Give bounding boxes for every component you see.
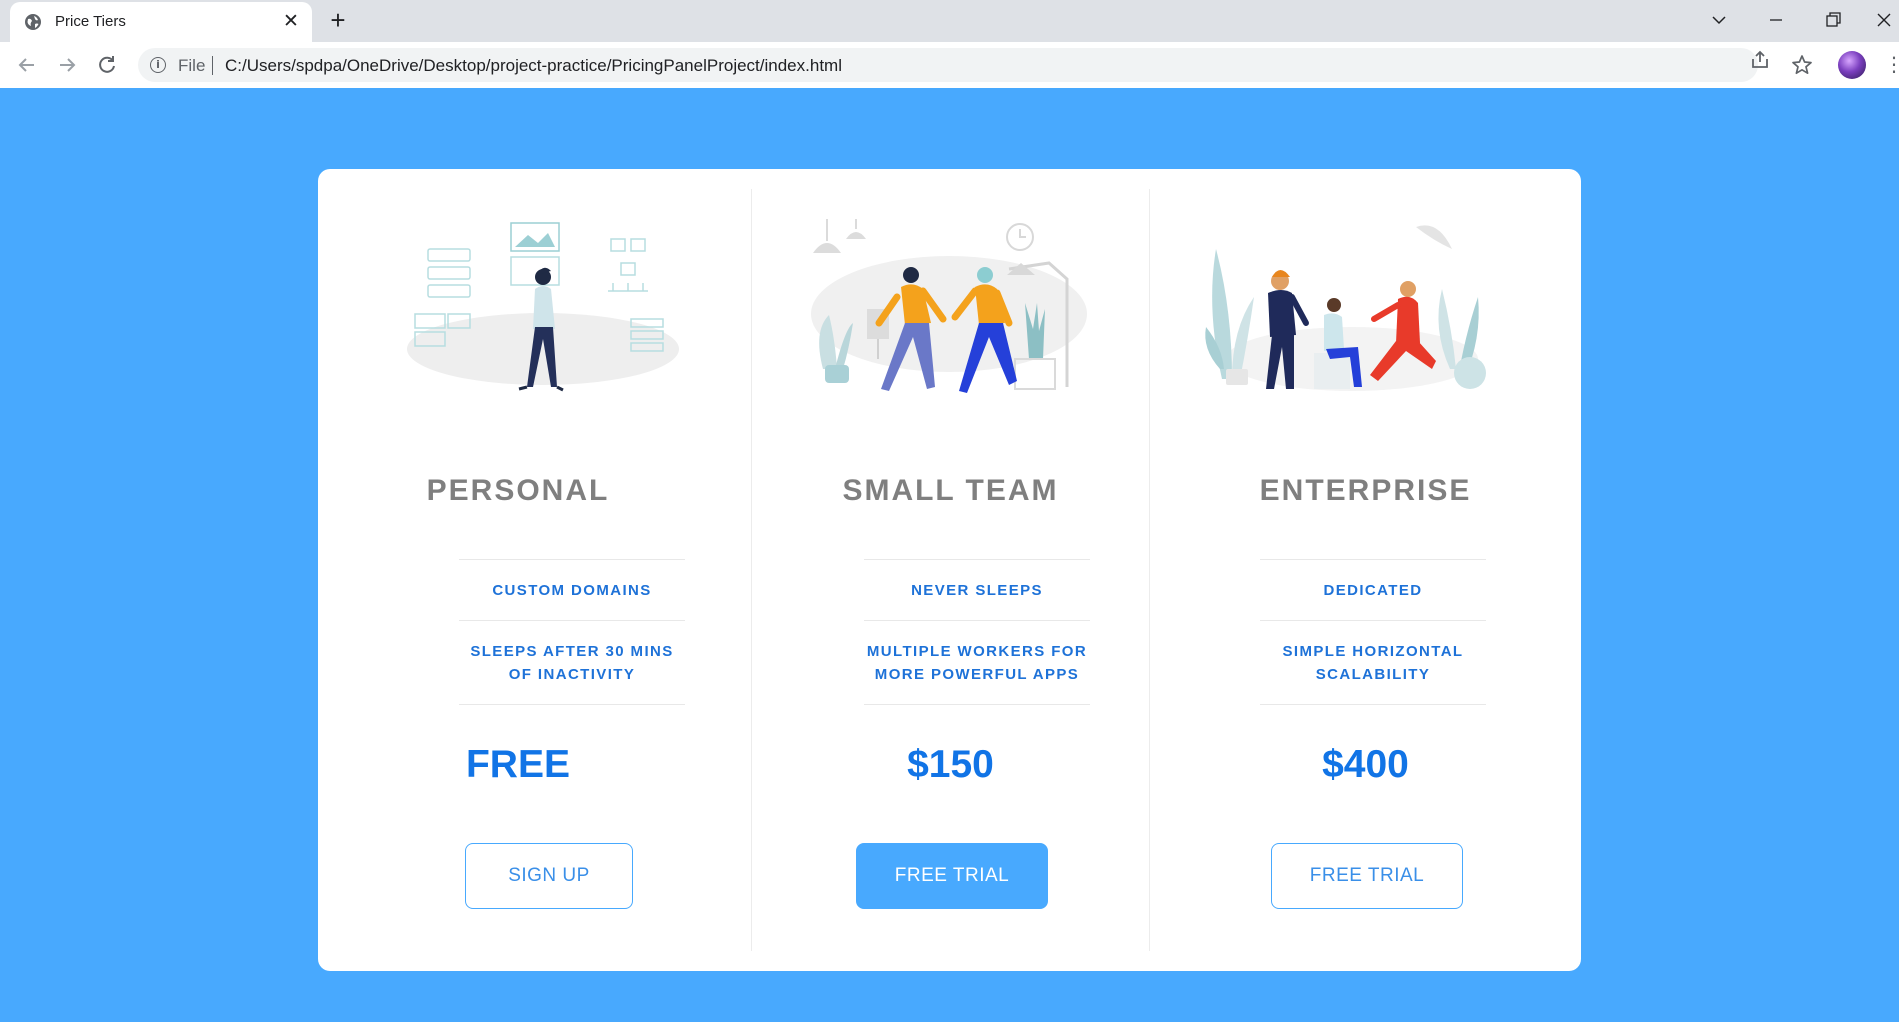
divider: [212, 56, 213, 75]
forward-arrow-icon[interactable]: [53, 51, 81, 79]
team-meeting-illustration: [1205, 225, 1486, 391]
feature-item: DEDICATED: [1260, 560, 1486, 621]
chevron-down-icon[interactable]: [1704, 6, 1734, 34]
star-icon[interactable]: [1790, 53, 1814, 77]
back-arrow-icon[interactable]: [13, 51, 41, 79]
price: FREE: [465, 743, 570, 786]
kebab-menu-icon[interactable]: ⋮: [1884, 53, 1899, 77]
close-icon[interactable]: ✕: [280, 11, 302, 33]
restore-icon[interactable]: [1818, 6, 1848, 34]
address-bar[interactable]: i File C:/Users/spdpa/OneDrive/Desktop/p…: [138, 48, 1768, 82]
tier-name: PERSONAL: [426, 474, 610, 507]
feature-list: DEDICATED SIMPLE HORIZONTAL SCALABILITY: [1260, 559, 1486, 705]
tab-strip: Price Tiers ✕ +: [0, 0, 1899, 42]
tier-name: ENTERPRISE: [1259, 474, 1472, 507]
feature-list: CUSTOM DOMAINS SLEEPS AFTER 30 MINS OF I…: [459, 559, 685, 705]
plus-icon[interactable]: +: [326, 7, 350, 33]
share-icon[interactable]: [1748, 48, 1772, 72]
sign-up-button[interactable]: SIGN UP: [465, 843, 633, 909]
free-trial-button[interactable]: FREE TRIAL: [1271, 843, 1463, 909]
pricing-panel: PERSONAL CUSTOM DOMAINS SLEEPS AFTER 30 …: [318, 169, 1581, 971]
price: $400: [1322, 743, 1409, 786]
tier-card-personal: PERSONAL CUSTOM DOMAINS SLEEPS AFTER 30 …: [318, 189, 718, 951]
tier-name: SMALL TEAM: [842, 474, 1059, 507]
feature-item: SLEEPS AFTER 30 MINS OF INACTIVITY: [459, 621, 685, 705]
reload-icon[interactable]: [93, 51, 121, 79]
close-window-icon[interactable]: [1869, 6, 1899, 34]
avatar[interactable]: [1838, 51, 1866, 79]
browser-toolbar: i File C:/Users/spdpa/OneDrive/Desktop/p…: [0, 42, 1899, 88]
globe-icon: [25, 14, 41, 30]
url-text[interactable]: C:/Users/spdpa/OneDrive/Desktop/project-…: [225, 56, 842, 76]
browser-tab[interactable]: Price Tiers ✕: [10, 2, 312, 42]
tab-title: Price Tiers: [55, 13, 126, 30]
feature-list: NEVER SLEEPS MULTIPLE WORKERS FOR MORE P…: [864, 559, 1090, 705]
tier-card-small-team: SMALL TEAM NEVER SLEEPS MULTIPLE WORKERS…: [751, 189, 1150, 951]
feature-item: MULTIPLE WORKERS FOR MORE POWERFUL APPS: [864, 621, 1090, 705]
feature-item: SIMPLE HORIZONTAL SCALABILITY: [1260, 621, 1486, 705]
minimize-icon[interactable]: [1761, 6, 1791, 34]
free-trial-button[interactable]: FREE TRIAL: [856, 843, 1048, 909]
info-icon[interactable]: i: [150, 57, 166, 73]
person-presenting-illustration: [407, 222, 679, 392]
team-walking-illustration: [811, 219, 1087, 393]
price: $150: [907, 743, 994, 786]
feature-item: CUSTOM DOMAINS: [459, 560, 685, 621]
file-label: File: [178, 56, 206, 75]
tier-card-enterprise: ENTERPRISE DEDICATED SIMPLE HORIZONTAL S…: [1150, 189, 1581, 951]
feature-item: NEVER SLEEPS: [864, 560, 1090, 621]
